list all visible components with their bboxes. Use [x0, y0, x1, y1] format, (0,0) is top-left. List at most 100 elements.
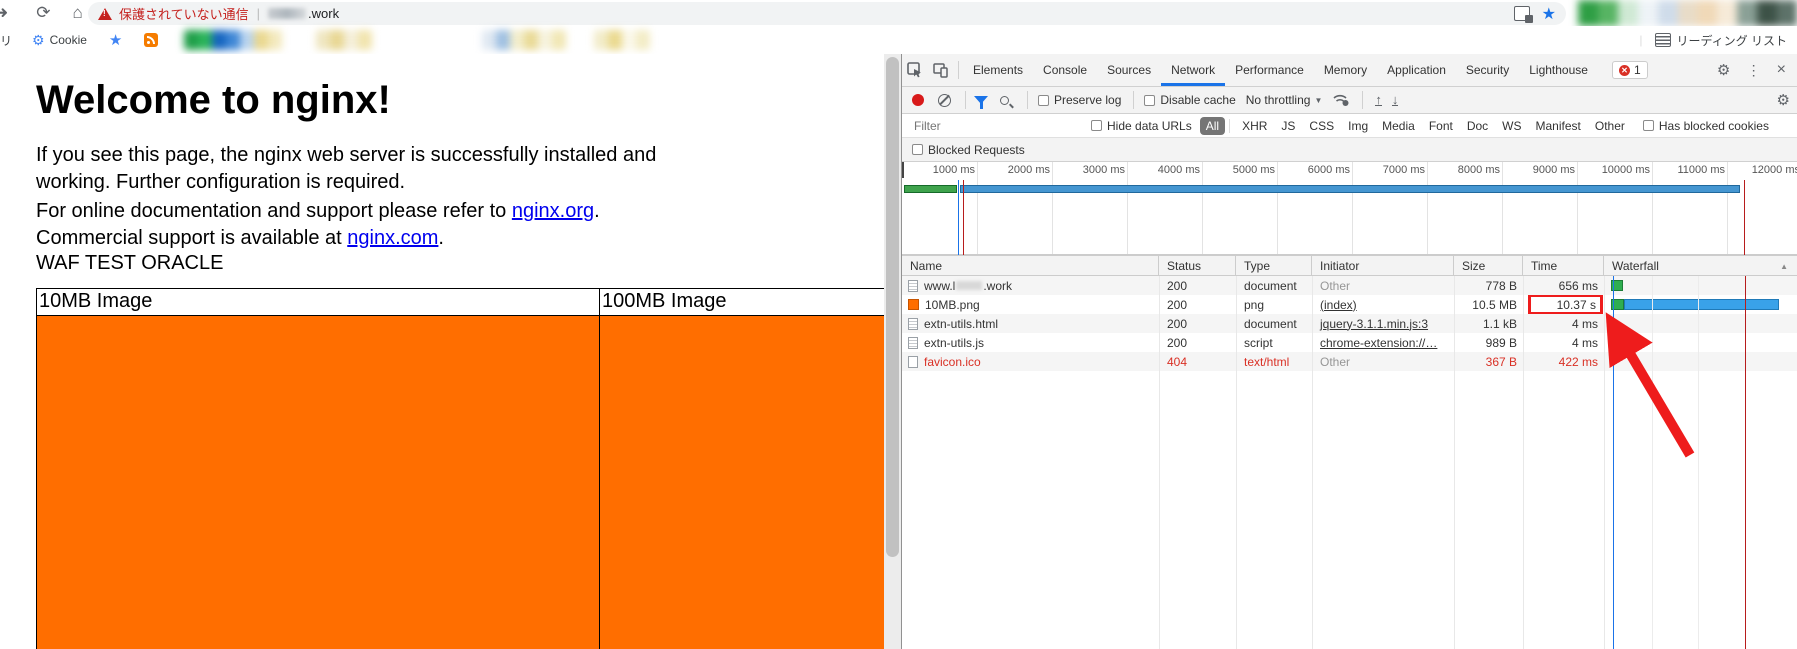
has-blocked-cookies-checkbox[interactable]: [1642, 120, 1654, 131]
clear-icon[interactable]: [938, 93, 951, 107]
ruler-tick-label: 8000 ms: [1457, 164, 1500, 176]
tab-security[interactable]: Security: [1456, 54, 1519, 86]
initiator-link[interactable]: (index): [1320, 298, 1357, 312]
export-har-icon[interactable]: ↓: [1391, 93, 1399, 106]
network-row-favicon-ico[interactable]: favicon.ico 404 text/html Other 367 B 422 ms: [902, 352, 1797, 371]
initiator-link[interactable]: jquery-3.1.1.min.js:3: [1320, 317, 1428, 331]
initiator-link[interactable]: chrome-extension://…: [1320, 336, 1437, 350]
tab-elements[interactable]: Elements: [963, 54, 1033, 86]
security-warning-text[interactable]: 保護されていない通信: [119, 4, 249, 23]
initiator-cell[interactable]: jquery-3.1.1.min.js:3: [1312, 314, 1454, 333]
security-warning-icon[interactable]: [98, 7, 112, 20]
tab-lighthouse[interactable]: Lighthouse: [1519, 54, 1598, 86]
preserve-log-checkbox[interactable]: [1038, 94, 1049, 106]
initiator-cell[interactable]: chrome-extension://…: [1312, 333, 1454, 352]
time-value: 10.37 s: [1556, 297, 1596, 312]
tab-sources[interactable]: Sources: [1097, 54, 1161, 86]
device-toolbar-icon[interactable]: [928, 58, 954, 82]
column-header-type[interactable]: Type: [1236, 256, 1312, 276]
filter-chip-img[interactable]: Img: [1342, 117, 1374, 135]
throttling-select[interactable]: No throttling: [1246, 93, 1311, 107]
column-header-waterfall[interactable]: Waterfall ▲: [1604, 256, 1797, 276]
filter-funnel-icon[interactable]: [974, 96, 988, 109]
page-scrollbar-thumb[interactable]: [886, 57, 899, 557]
hide-data-urls-label[interactable]: Hide data URLs: [1107, 119, 1192, 133]
filter-input[interactable]: [912, 117, 1077, 134]
blocked-requests-label[interactable]: Blocked Requests: [928, 143, 1025, 157]
size-cell: 1.1 kB: [1482, 316, 1517, 331]
address-bar[interactable]: 保護されていない通信 | .work ★: [88, 2, 1566, 25]
request-name-cell[interactable]: extn-utils.html: [902, 314, 1159, 333]
column-header-status[interactable]: Status: [1159, 256, 1236, 276]
request-name-cell[interactable]: 10MB.png: [902, 295, 1159, 314]
chevron-down-icon[interactable]: ▼: [1314, 96, 1322, 105]
network-settings-gear-icon[interactable]: ⚙: [1777, 91, 1790, 109]
nginx-org-link[interactable]: nginx.org: [512, 200, 594, 222]
reading-list-label[interactable]: リーディング リスト: [1677, 32, 1788, 49]
forward-icon[interactable]: ➜: [0, 3, 8, 23]
devtools-close-icon[interactable]: ×: [1771, 61, 1792, 79]
page-scrollbar[interactable]: [884, 54, 901, 649]
network-conditions-icon[interactable]: [1332, 93, 1350, 107]
inspect-element-icon[interactable]: [902, 58, 928, 82]
home-icon[interactable]: ⌂: [73, 3, 83, 23]
tab-application[interactable]: Application: [1377, 54, 1456, 86]
request-name-cell[interactable]: favicon.ico: [902, 352, 1159, 371]
filter-chip-manifest[interactable]: Manifest: [1530, 117, 1587, 135]
blocked-requests-checkbox[interactable]: [912, 144, 923, 155]
size-cell: 778 B: [1485, 278, 1517, 293]
network-row-extn-utils-js[interactable]: extn-utils.js 200 script chrome-extension:/…: [902, 333, 1797, 352]
filter-chip-css[interactable]: CSS: [1303, 117, 1340, 135]
bookmark-star-icon[interactable]: ★: [1542, 4, 1556, 24]
filter-chip-xhr[interactable]: XHR: [1236, 117, 1273, 135]
filter-chip-strip: All XHR JS CSS Img Media Font Doc WS Manifest Othe…: [1199, 116, 1633, 135]
preserve-log-label[interactable]: Preserve log: [1054, 93, 1121, 107]
network-overview[interactable]: [902, 180, 1797, 255]
overview-bar-green: [904, 185, 957, 193]
cookie-gear-icon[interactable]: ⚙: [32, 32, 45, 49]
devtools-settings-gear-icon[interactable]: ⚙: [1711, 58, 1737, 82]
column-header-initiator[interactable]: Initiator: [1312, 256, 1454, 276]
status-cell: 200: [1167, 278, 1188, 293]
hide-data-urls-checkbox[interactable]: [1091, 120, 1102, 131]
disable-cache-label[interactable]: Disable cache: [1160, 93, 1235, 107]
network-row-10mb-png[interactable]: 10MB.png 200 png (index) 10.5 MB 10.37 s: [902, 295, 1797, 314]
sort-asc-icon[interactable]: ▲: [1780, 262, 1788, 271]
nginx-com-link[interactable]: nginx.com: [347, 227, 438, 249]
tab-console[interactable]: Console: [1033, 54, 1097, 86]
search-icon[interactable]: [1000, 95, 1009, 105]
filter-chip-font[interactable]: Font: [1423, 117, 1459, 135]
initiator-cell[interactable]: (index): [1312, 295, 1454, 314]
error-badge[interactable]: ✕ 1: [1611, 61, 1648, 79]
import-har-icon[interactable]: ↑: [1375, 93, 1382, 106]
tab-network[interactable]: Network: [1161, 54, 1226, 86]
network-row-extn-utils-html[interactable]: extn-utils.html 200 document jquery-3.1.1.m…: [902, 314, 1797, 333]
record-button[interactable]: [912, 94, 924, 106]
reload-icon[interactable]: ⟳: [36, 3, 50, 23]
network-row-www-l[interactable]: www.l .work 200 document Other 778 B 656 ms: [902, 276, 1797, 295]
column-header-time[interactable]: Time: [1523, 256, 1604, 276]
bookmark-cookie-label[interactable]: Cookie: [50, 33, 87, 47]
translate-icon[interactable]: [1513, 6, 1533, 23]
reading-list-icon[interactable]: [1654, 33, 1671, 47]
tab-performance[interactable]: Performance: [1225, 54, 1314, 86]
filter-chip-other[interactable]: Other: [1589, 117, 1631, 135]
disable-cache-checkbox[interactable]: [1144, 94, 1156, 106]
url-redacted: [268, 8, 307, 19]
bookmark-cut-label[interactable]: リ: [0, 32, 10, 49]
filter-chip-ws[interactable]: WS: [1496, 117, 1527, 135]
devtools-menu-icon[interactable]: ⋮: [1741, 58, 1767, 82]
column-header-size[interactable]: Size: [1454, 256, 1523, 276]
request-name-cell[interactable]: extn-utils.js: [902, 333, 1159, 352]
column-header-name[interactable]: Name: [902, 256, 1159, 276]
filter-chip-doc[interactable]: Doc: [1461, 117, 1494, 135]
tab-memory[interactable]: Memory: [1314, 54, 1377, 86]
filter-chip-all[interactable]: All: [1199, 116, 1226, 135]
request-name-cell[interactable]: www.l .work: [902, 276, 1159, 295]
bookmark-star-blue-icon[interactable]: ★: [109, 31, 122, 49]
filter-chip-media[interactable]: Media: [1376, 117, 1421, 135]
filter-chip-js[interactable]: JS: [1275, 117, 1301, 135]
has-blocked-cookies-label[interactable]: Has blocked cookies: [1659, 119, 1769, 133]
rss-icon[interactable]: [144, 33, 159, 47]
ruler-tick-label: 1000 ms: [932, 164, 975, 176]
